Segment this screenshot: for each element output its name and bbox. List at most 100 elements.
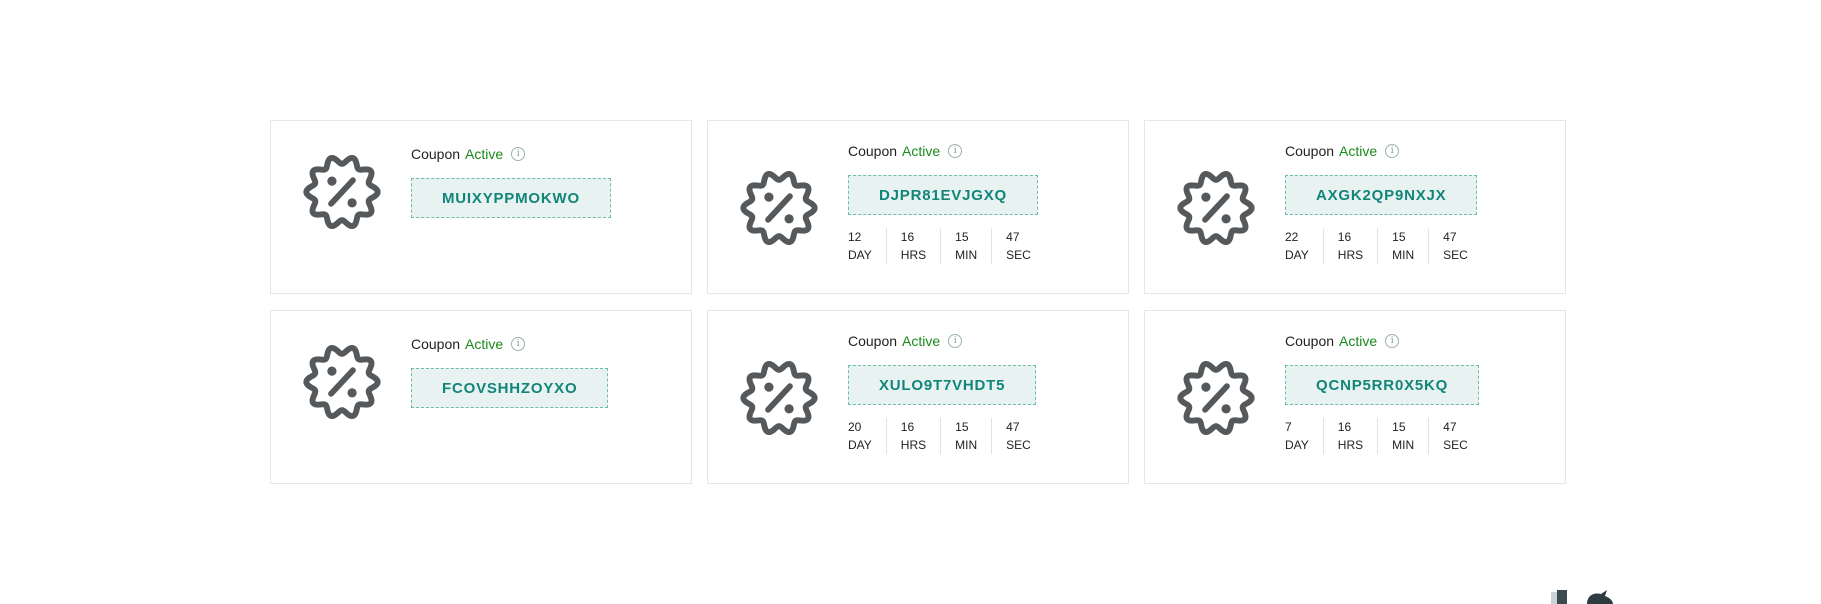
countdown-seconds-label: SEC xyxy=(1443,248,1468,262)
countdown-hours-value: 16 xyxy=(900,420,915,434)
countdown-minutes-label: MIN xyxy=(955,248,978,262)
info-icon[interactable]: i xyxy=(1385,334,1400,348)
coupon-status-line: Coupon Active i xyxy=(411,335,608,353)
countdown-days-value: 7 xyxy=(1285,420,1292,434)
coupon-code[interactable]: MUIXYPPMOKWO xyxy=(411,178,611,218)
coupon-code[interactable]: DJPR81EVJGXQ xyxy=(848,175,1038,215)
coupon-label: Coupon xyxy=(848,333,898,349)
discount-badge-icon xyxy=(303,344,381,420)
coupon-code[interactable]: XULO9T7VHDT5 xyxy=(848,365,1037,405)
coupon-info: Coupon Active i AXGK2QP9NXJX 22 DAY 16 H… xyxy=(1285,142,1482,264)
coupon-info: Coupon Active i QCNP5RR0X5KQ 7 DAY 16 HR… xyxy=(1285,332,1482,454)
countdown-minutes-label: MIN xyxy=(1392,248,1415,262)
countdown-seconds-label: SEC xyxy=(1006,248,1031,262)
coupon-status-line: Coupon Active i xyxy=(848,142,1045,160)
coupon-status-line: Coupon Active i xyxy=(1285,332,1482,350)
coupon-status: Active xyxy=(1339,143,1378,159)
coupon-label: Coupon xyxy=(1285,333,1335,349)
countdown-minutes: 15 MIN xyxy=(940,418,991,454)
coupon-label: Coupon xyxy=(411,336,461,352)
coupon-card: Coupon Active i AXGK2QP9NXJX 22 DAY 16 H… xyxy=(1144,120,1566,294)
countdown-seconds-value: 47 xyxy=(1443,420,1457,434)
countdown-seconds-value: 47 xyxy=(1006,420,1020,434)
coupon-card: Coupon Active i FCOVSHHZOYXO xyxy=(270,310,692,484)
coupon-label: Coupon xyxy=(848,143,898,159)
countdown-days-value: 22 xyxy=(1285,230,1299,244)
countdown-timer: 20 DAY 16 HRS 15 MIN 47 SEC xyxy=(848,418,1045,454)
countdown-hours-value: 16 xyxy=(1337,420,1352,434)
countdown-hours-label: HRS xyxy=(1337,248,1364,262)
coupon-status: Active xyxy=(1339,333,1378,349)
countdown-hours: 16 HRS xyxy=(885,418,940,454)
coupon-info: Coupon Active i DJPR81EVJGXQ 12 DAY 16 H… xyxy=(848,142,1045,264)
countdown-seconds-label: SEC xyxy=(1443,438,1468,452)
coupon-status-line: Coupon Active i xyxy=(848,332,1045,350)
countdown-seconds: 47 SEC xyxy=(1428,418,1482,454)
countdown-minutes: 15 MIN xyxy=(1377,418,1428,454)
countdown-minutes-label: MIN xyxy=(955,438,978,452)
countdown-seconds: 47 SEC xyxy=(1428,228,1482,264)
countdown-days-value: 12 xyxy=(848,230,862,244)
coupon-card: Coupon Active i DJPR81EVJGXQ 12 DAY 16 H… xyxy=(707,120,1129,294)
info-icon[interactable]: i xyxy=(1385,144,1400,158)
countdown-minutes-value: 15 xyxy=(1392,420,1406,434)
countdown-timer: 7 DAY 16 HRS 15 MIN 47 SEC xyxy=(1285,418,1482,454)
corner-decoration-icon xyxy=(1551,590,1613,604)
info-icon[interactable]: i xyxy=(948,144,963,158)
coupon-info: Coupon Active i FCOVSHHZOYXO xyxy=(411,335,609,408)
discount-badge-icon xyxy=(740,360,818,436)
coupon-grid: Coupon Active i MUIXYPPMOKWO Coupon Acti… xyxy=(270,120,1567,484)
info-icon[interactable]: i xyxy=(948,334,963,348)
countdown-minutes-value: 15 xyxy=(955,230,969,244)
discount-badge-icon xyxy=(740,170,818,246)
countdown-hours: 16 HRS xyxy=(885,228,940,264)
countdown-days-label: DAY xyxy=(848,248,872,262)
countdown-hours: 16 HRS xyxy=(1322,228,1377,264)
countdown-days: 20 DAY xyxy=(848,418,886,454)
coupon-info: Coupon Active i XULO9T7VHDT5 20 DAY 16 H… xyxy=(848,332,1045,454)
coupon-status: Active xyxy=(902,143,941,159)
coupon-card: Coupon Active i QCNP5RR0X5KQ 7 DAY 16 HR… xyxy=(1144,310,1566,484)
coupon-card: Coupon Active i MUIXYPPMOKWO xyxy=(270,120,692,294)
countdown-days-label: DAY xyxy=(1285,438,1309,452)
coupon-label: Coupon xyxy=(1285,143,1335,159)
coupon-code[interactable]: AXGK2QP9NXJX xyxy=(1285,175,1478,215)
discount-badge-icon xyxy=(303,154,381,230)
countdown-hours-label: HRS xyxy=(1337,438,1364,452)
coupon-label: Coupon xyxy=(411,146,461,162)
coupon-status: Active xyxy=(902,333,941,349)
coupon-status: Active xyxy=(465,336,504,352)
countdown-seconds-value: 47 xyxy=(1006,230,1020,244)
countdown-seconds: 47 SEC xyxy=(991,418,1045,454)
countdown-minutes: 15 MIN xyxy=(940,228,991,264)
countdown-days: 12 DAY xyxy=(848,228,886,264)
countdown-days-label: DAY xyxy=(1285,248,1309,262)
coupon-code[interactable]: QCNP5RR0X5KQ xyxy=(1285,365,1480,405)
countdown-seconds-label: SEC xyxy=(1006,438,1031,452)
countdown-minutes-label: MIN xyxy=(1392,438,1415,452)
countdown-days: 22 DAY xyxy=(1285,228,1323,264)
info-icon[interactable]: i xyxy=(511,337,526,351)
countdown-hours-value: 16 xyxy=(900,230,915,244)
countdown-timer: 12 DAY 16 HRS 15 MIN 47 SEC xyxy=(848,228,1045,264)
countdown-hours-label: HRS xyxy=(900,248,927,262)
discount-badge-icon xyxy=(1177,360,1255,436)
info-icon[interactable]: i xyxy=(511,147,526,161)
countdown-hours-label: HRS xyxy=(900,438,927,452)
countdown-seconds: 47 SEC xyxy=(991,228,1045,264)
coupon-card: Coupon Active i XULO9T7VHDT5 20 DAY 16 H… xyxy=(707,310,1129,484)
countdown-minutes: 15 MIN xyxy=(1377,228,1428,264)
coupon-code[interactable]: FCOVSHHZOYXO xyxy=(411,368,609,408)
coupon-info: Coupon Active i MUIXYPPMOKWO xyxy=(411,145,611,218)
countdown-hours-value: 16 xyxy=(1337,230,1352,244)
coupon-status: Active xyxy=(465,146,504,162)
countdown-days-label: DAY xyxy=(848,438,872,452)
countdown-hours: 16 HRS xyxy=(1322,418,1377,454)
coupon-status-line: Coupon Active i xyxy=(411,145,611,163)
countdown-timer: 22 DAY 16 HRS 15 MIN 47 SEC xyxy=(1285,228,1482,264)
countdown-minutes-value: 15 xyxy=(1392,230,1406,244)
discount-badge-icon xyxy=(1177,170,1255,246)
countdown-seconds-value: 47 xyxy=(1443,230,1457,244)
countdown-days-value: 20 xyxy=(848,420,862,434)
coupon-status-line: Coupon Active i xyxy=(1285,142,1482,160)
